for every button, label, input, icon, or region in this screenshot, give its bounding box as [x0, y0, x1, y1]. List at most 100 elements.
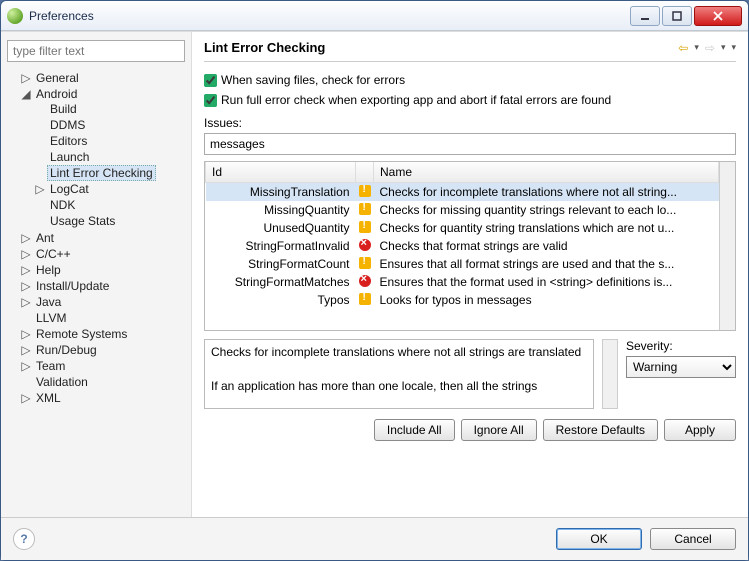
tree-item-label: DDMS — [47, 117, 88, 133]
expand-icon[interactable]: ▷ — [21, 279, 31, 293]
page-title: Lint Error Checking — [204, 40, 678, 55]
tree-item[interactable]: ▷LogCat — [35, 181, 185, 197]
tree-item-label: Run/Debug — [33, 342, 100, 358]
tree-item-label: XML — [33, 390, 64, 406]
tree-item[interactable]: ◢AndroidBuildDDMSEditorsLaunchLint Error… — [21, 86, 185, 230]
issue-name: Checks for missing quantity strings rele… — [374, 201, 719, 219]
ok-button[interactable]: OK — [556, 528, 642, 550]
tree-item-label: LogCat — [47, 181, 92, 197]
expand-icon[interactable]: ▷ — [21, 231, 31, 245]
expand-icon[interactable]: ▷ — [21, 343, 31, 357]
issue-name: Checks that format strings are valid — [374, 237, 719, 255]
issue-severity-icon — [356, 183, 374, 202]
tree-item-label: Usage Stats — [47, 213, 118, 229]
close-button[interactable] — [694, 6, 742, 26]
forward-icon: ⇨ — [705, 41, 715, 55]
check-on-save-checkbox[interactable] — [204, 74, 217, 87]
issue-severity-icon — [356, 237, 374, 255]
tree-item[interactable]: Lint Error Checking — [35, 165, 185, 181]
forward-menu-icon[interactable]: ▾ — [721, 42, 726, 53]
issue-detail-text: Checks for incomplete translations where… — [204, 339, 594, 409]
column-severity-header[interactable] — [356, 162, 374, 183]
issue-name: Ensures that all format strings are used… — [374, 255, 719, 273]
expand-icon[interactable]: ▷ — [35, 182, 45, 196]
preferences-tree[interactable]: ▷General◢AndroidBuildDDMSEditorsLaunchLi… — [7, 70, 185, 406]
tree-item[interactable]: ▷Install/Update — [21, 278, 185, 294]
tree-item[interactable]: Launch — [35, 149, 185, 165]
tree-item[interactable]: Usage Stats — [35, 213, 185, 229]
severity-label: Severity: — [626, 339, 736, 353]
view-menu-icon[interactable]: ▾ — [731, 42, 736, 53]
tree-item[interactable]: ▷Run/Debug — [21, 342, 185, 358]
expand-icon[interactable]: ▷ — [21, 247, 31, 261]
table-row[interactable]: StringFormatCountEnsures that all format… — [206, 255, 719, 273]
window-title: Preferences — [29, 9, 630, 23]
back-menu-icon[interactable]: ▾ — [694, 42, 699, 53]
severity-select[interactable]: Warning — [626, 356, 736, 378]
warning-icon — [359, 221, 371, 233]
tree-item-label: Android — [33, 86, 80, 102]
table-row[interactable]: MissingTranslationChecks for incomplete … — [206, 183, 719, 202]
issue-severity-icon — [356, 219, 374, 237]
tree-item-label: Java — [33, 294, 64, 310]
help-icon[interactable]: ? — [13, 528, 35, 550]
issue-name: Looks for typos in messages — [374, 291, 719, 309]
column-name-header[interactable]: Name — [374, 162, 719, 183]
tree-item[interactable]: ▷Team — [21, 358, 185, 374]
check-on-export-checkbox[interactable] — [204, 94, 217, 107]
include-all-button[interactable]: Include All — [374, 419, 455, 441]
tree-filter-input[interactable] — [7, 40, 185, 62]
table-row[interactable]: UnusedQuantityChecks for quantity string… — [206, 219, 719, 237]
issues-filter-input[interactable] — [204, 133, 736, 155]
tree-item[interactable]: ▷General — [21, 70, 185, 86]
minimize-button[interactable] — [630, 6, 660, 26]
expand-icon[interactable]: ▷ — [21, 359, 31, 373]
tree-item[interactable]: Build — [35, 101, 185, 117]
tree-item-label: NDK — [47, 197, 78, 213]
tree-item[interactable]: ▷Help — [21, 262, 185, 278]
tree-item-label: LLVM — [33, 310, 69, 326]
detail-scrollbar[interactable] — [602, 339, 618, 409]
check-on-export-label: Run full error check when exporting app … — [221, 93, 611, 107]
tree-item[interactable]: ▷Java — [21, 294, 185, 310]
warning-icon — [359, 293, 371, 305]
check-on-save-label: When saving files, check for errors — [221, 73, 405, 87]
expand-icon[interactable]: ▷ — [21, 327, 31, 341]
tree-item[interactable]: NDK — [35, 197, 185, 213]
tree-item-label: Validation — [33, 374, 91, 390]
ignore-all-button[interactable]: Ignore All — [461, 419, 537, 441]
apply-button[interactable]: Apply — [664, 419, 736, 441]
table-row[interactable]: StringFormatInvalidChecks that format st… — [206, 237, 719, 255]
back-icon[interactable]: ⇦ — [678, 41, 688, 55]
preferences-window: Preferences ▷General◢AndroidBuildDDMSEdi… — [0, 0, 749, 561]
issue-id: StringFormatMatches — [206, 273, 356, 291]
collapse-icon[interactable]: ◢ — [21, 87, 31, 101]
expand-icon[interactable]: ▷ — [21, 263, 31, 277]
tree-item[interactable]: LLVM — [21, 310, 185, 326]
error-icon — [359, 275, 371, 287]
table-row[interactable]: StringFormatMatchesEnsures that the form… — [206, 273, 719, 291]
issue-severity-icon — [356, 291, 374, 309]
issues-table: Id Name MissingTranslationChecks for inc… — [204, 161, 736, 331]
tree-item[interactable]: ▷Remote Systems — [21, 326, 185, 342]
tree-item[interactable]: ▷XML — [21, 390, 185, 406]
expand-icon[interactable]: ▷ — [21, 71, 31, 85]
tree-item-label: Lint Error Checking — [47, 165, 156, 181]
table-row[interactable]: MissingQuantityChecks for missing quanti… — [206, 201, 719, 219]
restore-defaults-button[interactable]: Restore Defaults — [543, 419, 658, 441]
column-id-header[interactable]: Id — [206, 162, 356, 183]
tree-item[interactable]: Editors — [35, 133, 185, 149]
cancel-button[interactable]: Cancel — [650, 528, 736, 550]
tree-item[interactable]: Validation — [21, 374, 185, 390]
table-row[interactable]: TyposLooks for typos in messages — [206, 291, 719, 309]
main-panel: Lint Error Checking ⇦ ▾ ⇨ ▾ ▾ When saving … — [191, 32, 748, 517]
tree-item[interactable]: DDMS — [35, 117, 185, 133]
tree-item[interactable]: ▷Ant — [21, 230, 185, 246]
maximize-button[interactable] — [662, 6, 692, 26]
tree-item[interactable]: ▷C/C++ — [21, 246, 185, 262]
expand-icon[interactable]: ▷ — [21, 391, 31, 405]
issue-severity-icon — [356, 201, 374, 219]
issues-scrollbar[interactable] — [719, 162, 735, 330]
expand-icon[interactable]: ▷ — [21, 295, 31, 309]
tree-item-label: Help — [33, 262, 64, 278]
